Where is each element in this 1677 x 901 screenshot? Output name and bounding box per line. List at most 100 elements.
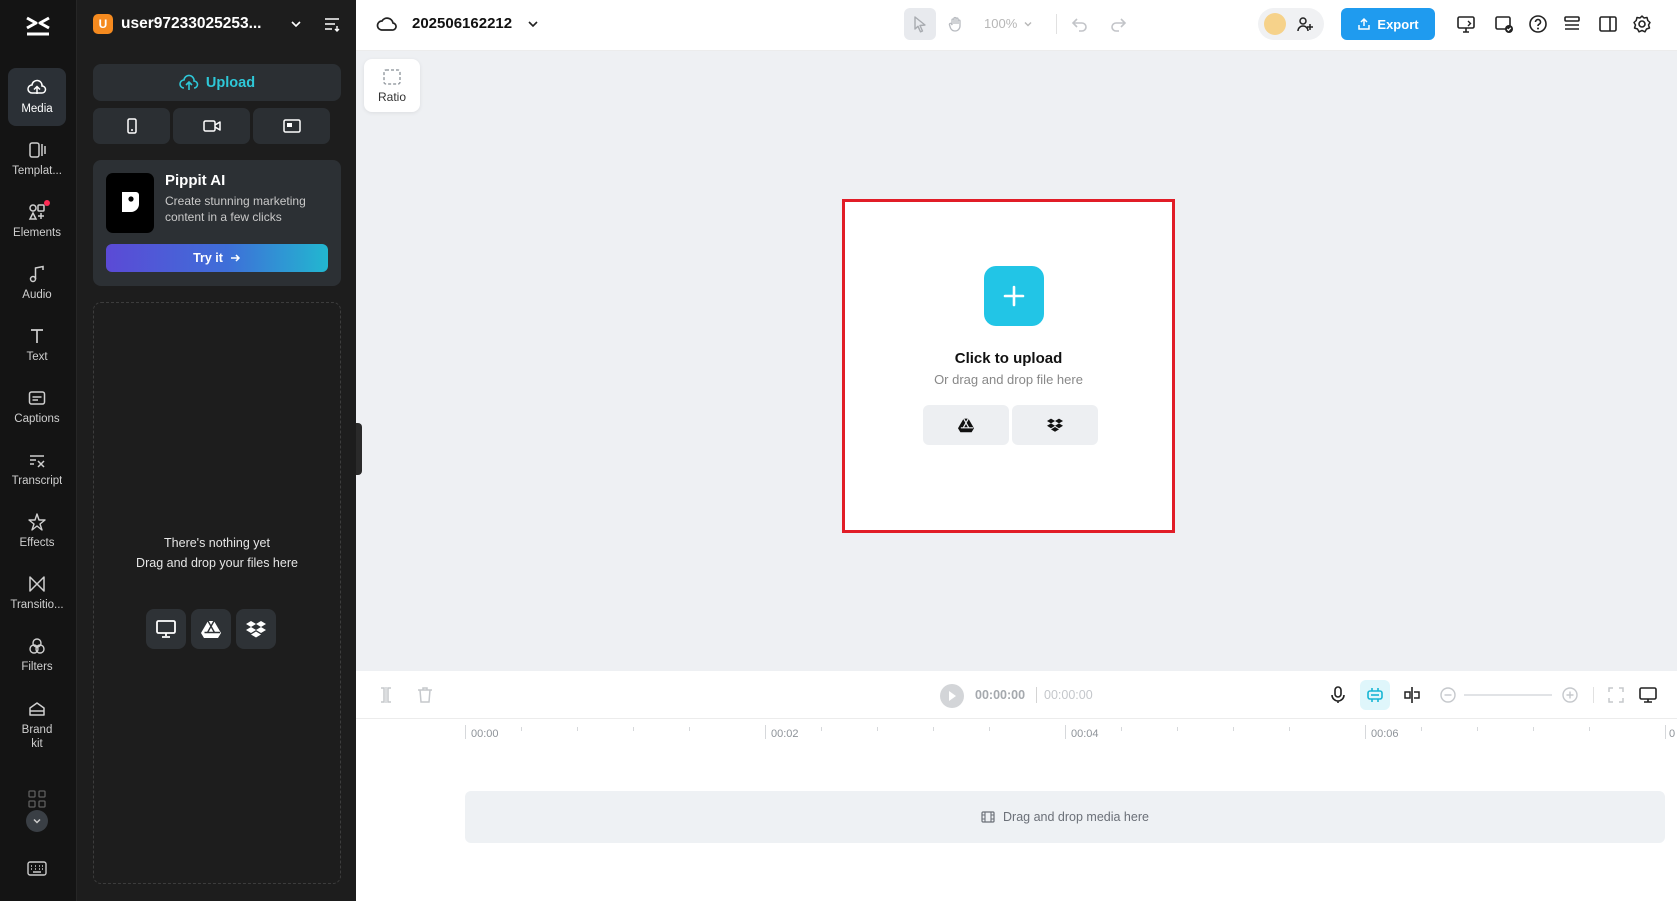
settings-gear-icon[interactable] bbox=[1632, 14, 1652, 34]
google-drive-button[interactable] bbox=[923, 405, 1009, 445]
add-user-icon[interactable] bbox=[1296, 15, 1314, 33]
redo-icon[interactable] bbox=[1108, 14, 1128, 34]
empty-state-hint: Drag and drop your files here bbox=[136, 556, 298, 570]
rail-item-captions[interactable]: Captions bbox=[8, 378, 66, 436]
rail-item-transcript[interactable]: Transcript bbox=[8, 440, 66, 498]
cloud-upload-icon bbox=[27, 79, 47, 94]
main-track-dropzone[interactable]: Drag and drop media here bbox=[465, 791, 1665, 843]
ruler-tick bbox=[1233, 727, 1234, 731]
present-screen-icon[interactable] bbox=[1456, 14, 1476, 34]
collaborators[interactable] bbox=[1258, 8, 1324, 40]
rail-item-text[interactable]: Text bbox=[8, 316, 66, 374]
google-drive-icon bbox=[958, 418, 974, 433]
rail-item-media[interactable]: Media bbox=[8, 68, 66, 126]
rail-item-transitions[interactable]: Transitio... bbox=[8, 564, 66, 622]
preview-monitor-icon[interactable] bbox=[1638, 685, 1658, 705]
ruler-label: 00:06 bbox=[1371, 728, 1399, 740]
arrow-right-icon bbox=[230, 254, 240, 262]
record-screen-button[interactable] bbox=[253, 108, 330, 144]
zoom-dropdown[interactable]: 100% bbox=[984, 16, 1033, 31]
user-switcher[interactable]: U user97233025253... bbox=[93, 13, 341, 35]
dropbox-button[interactable] bbox=[1012, 405, 1098, 445]
review-check-icon[interactable] bbox=[1494, 14, 1514, 34]
google-drive-icon bbox=[201, 620, 221, 638]
fit-screen-icon[interactable] bbox=[1606, 685, 1626, 705]
ruler-label: 0 bbox=[1669, 728, 1676, 740]
track-hint: Drag and drop media here bbox=[1003, 810, 1149, 824]
capcut-logo-icon[interactable] bbox=[23, 10, 53, 40]
add-media-button[interactable] bbox=[984, 266, 1044, 326]
ruler-tick bbox=[521, 727, 522, 731]
ruler-tick bbox=[989, 727, 990, 731]
ruler-tick bbox=[1665, 725, 1666, 739]
keyboard-icon[interactable] bbox=[27, 860, 47, 878]
split-view-icon[interactable] bbox=[1402, 685, 1422, 705]
layers-stack-icon[interactable] bbox=[1562, 14, 1582, 34]
transcript-icon bbox=[30, 455, 45, 468]
project-name[interactable]: 202506162212 bbox=[412, 15, 512, 32]
ruler-tick bbox=[1177, 727, 1178, 731]
sort-menu-icon[interactable] bbox=[323, 15, 341, 33]
media-dropzone[interactable]: There's nothing yet Drag and drop your f… bbox=[93, 302, 341, 884]
upload-from-computer-button[interactable] bbox=[146, 609, 186, 649]
zoom-level: 100% bbox=[984, 16, 1018, 31]
undo-icon[interactable] bbox=[1070, 14, 1090, 34]
dropbox-button[interactable] bbox=[236, 609, 276, 649]
ruler-tick bbox=[633, 727, 634, 731]
time-ruler[interactable]: 00:00 00:02 00:04 00:06 0 bbox=[356, 719, 1677, 749]
timeline-zoom-slider[interactable] bbox=[1464, 694, 1552, 696]
upload-button[interactable]: Upload bbox=[93, 64, 341, 101]
phone-upload-button[interactable] bbox=[93, 108, 170, 144]
apps-grid-icon[interactable] bbox=[28, 790, 46, 808]
rail-label-effects: Effects bbox=[19, 537, 55, 549]
chevron-down-icon[interactable] bbox=[526, 17, 540, 31]
template-icon bbox=[29, 142, 46, 158]
cloud-upload-icon bbox=[179, 74, 199, 90]
film-strip-icon bbox=[981, 811, 995, 823]
timeline: 00:00:00 00:00:00 00:00 00:02 00:04 00:0… bbox=[356, 671, 1677, 901]
zoom-out-icon[interactable] bbox=[1438, 685, 1458, 705]
split-layout-icon[interactable] bbox=[1598, 14, 1618, 34]
cloud-sync-icon[interactable] bbox=[376, 14, 398, 34]
help-icon[interactable] bbox=[1528, 14, 1548, 34]
ruler-tick bbox=[765, 725, 766, 739]
ruler-label: 00:04 bbox=[1071, 728, 1099, 740]
timeline-toolbar: 00:00:00 00:00:00 bbox=[356, 671, 1677, 719]
split-clip-icon[interactable] bbox=[376, 685, 396, 705]
microphone-icon[interactable] bbox=[1328, 685, 1348, 705]
rail-item-audio[interactable]: Audio bbox=[8, 254, 66, 312]
ratio-button[interactable]: Ratio bbox=[364, 59, 420, 112]
music-note-icon bbox=[29, 265, 44, 283]
try-it-button[interactable]: Try it bbox=[106, 244, 328, 272]
export-button[interactable]: Export bbox=[1341, 8, 1435, 40]
ruler-tick bbox=[465, 725, 466, 739]
rail-item-effects[interactable]: Effects bbox=[8, 502, 66, 560]
google-drive-button[interactable] bbox=[191, 609, 231, 649]
hand-tool-button[interactable] bbox=[940, 8, 972, 40]
select-tool-button[interactable] bbox=[904, 8, 936, 40]
rail-item-filters[interactable]: Filters bbox=[8, 626, 66, 684]
play-button[interactable] bbox=[940, 684, 964, 708]
delete-icon[interactable] bbox=[415, 685, 435, 705]
ruler-tick bbox=[577, 727, 578, 731]
rail-item-elements[interactable]: Elements bbox=[8, 192, 66, 250]
chevron-down-icon[interactable] bbox=[289, 17, 303, 31]
rail-item-brand-kit[interactable]: Brand kit bbox=[8, 692, 66, 758]
rail-label-filters: Filters bbox=[21, 661, 53, 673]
zoom-in-icon[interactable] bbox=[1560, 685, 1580, 705]
auto-snap-button[interactable] bbox=[1360, 680, 1390, 710]
collapse-panel-handle[interactable] bbox=[356, 423, 362, 475]
upload-area[interactable]: Click to upload Or drag and drop file he… bbox=[842, 199, 1175, 533]
current-time: 00:00:00 bbox=[975, 688, 1026, 702]
dropbox-icon bbox=[1047, 418, 1063, 432]
ruler-tick bbox=[1365, 725, 1366, 739]
record-video-button[interactable] bbox=[173, 108, 250, 144]
aspect-ratio-icon bbox=[383, 68, 401, 85]
notification-dot bbox=[44, 200, 50, 206]
rail-expand-button[interactable] bbox=[26, 810, 48, 832]
monitor-icon bbox=[156, 620, 176, 638]
rail-item-templates[interactable]: Templat... bbox=[8, 130, 66, 188]
top-bar: 202506162212 100% Export bbox=[356, 0, 1677, 51]
ruler-label: 00:02 bbox=[771, 728, 799, 740]
ruler-tick bbox=[1589, 727, 1590, 731]
